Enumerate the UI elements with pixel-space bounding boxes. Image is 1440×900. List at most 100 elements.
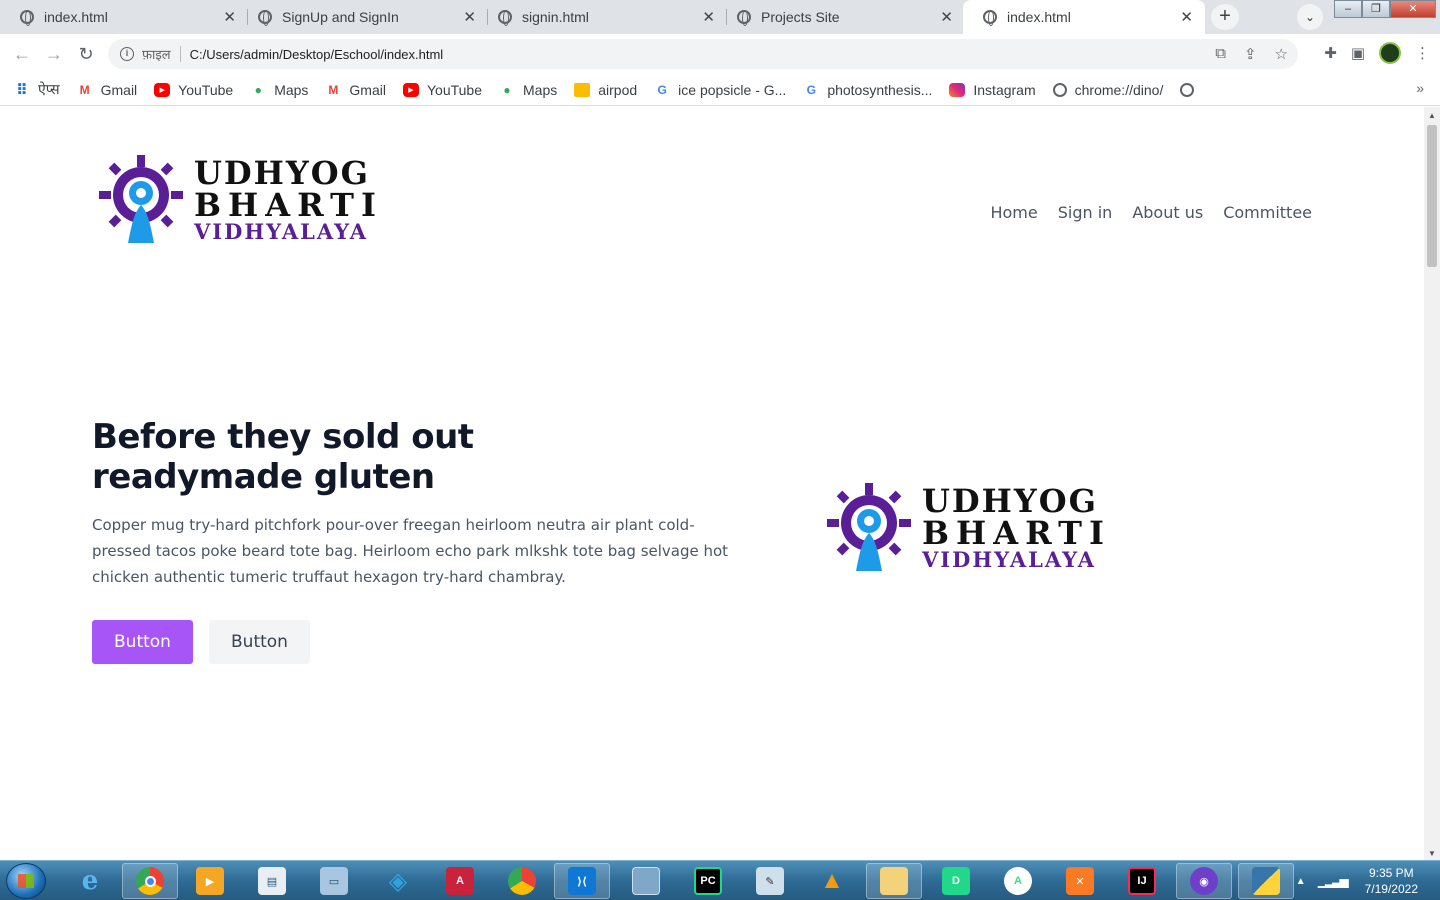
nav-sign-in[interactable]: Sign in: [1058, 203, 1113, 222]
page-viewport: UDHYOG BHARTI VIDHYALAYA Home Sign in Ab…: [0, 107, 1424, 860]
hero-description: Copper mug try-hard pitchfork pour-over …: [92, 516, 729, 586]
taskbar-media-player[interactable]: ▶: [182, 863, 238, 899]
globe-icon: [20, 10, 34, 26]
bookmark-maps[interactable]: ● Maps: [499, 82, 557, 98]
close-icon[interactable]: ✕: [702, 8, 715, 26]
bookmark-apps[interactable]: ⠿ ऐप्स: [14, 80, 59, 99]
close-icon[interactable]: ✕: [463, 8, 476, 26]
bookmark-unnamed[interactable]: [1180, 82, 1202, 97]
taskbar-internet-explorer[interactable]: e: [62, 863, 118, 899]
hero-secondary-button[interactable]: Button: [209, 620, 310, 664]
taskbar-file-explorer[interactable]: [866, 863, 922, 899]
bookmark-gmail[interactable]: M Gmail: [325, 82, 386, 98]
extensions-icon[interactable]: ✚: [1324, 44, 1337, 62]
network-signal-icon[interactable]: ▁▂▃▅: [1318, 874, 1349, 888]
taskbar-sourcetree[interactable]: ◈: [370, 863, 426, 899]
bookmark-dino[interactable]: chrome://dino/: [1052, 82, 1163, 98]
nav-about-us[interactable]: About us: [1132, 203, 1203, 222]
taskbar-vlc[interactable]: ▲: [804, 863, 860, 899]
start-button[interactable]: [6, 863, 46, 899]
taskbar-acrobat[interactable]: A: [432, 863, 488, 899]
close-icon[interactable]: ✕: [223, 8, 236, 26]
taskbar-chrome-canary[interactable]: [494, 863, 550, 899]
profile-avatar[interactable]: [1379, 42, 1401, 64]
close-icon[interactable]: ✕: [1180, 8, 1193, 26]
clock-time: 9:35 PM: [1368, 866, 1414, 880]
tab-strip: index.html ✕ SignUp and SignIn ✕ signin.…: [0, 0, 1440, 34]
bookmark-star-icon[interactable]: ☆: [1275, 45, 1288, 63]
globe-icon: [1052, 82, 1067, 97]
bookmarks-overflow-icon[interactable]: »: [1416, 80, 1424, 96]
back-button[interactable]: ←: [10, 42, 34, 66]
tray-expand-icon[interactable]: ▲: [1296, 876, 1306, 887]
bookmark-gmail[interactable]: M Gmail: [77, 82, 138, 98]
taskbar-intellij[interactable]: IJ: [1114, 863, 1170, 899]
nav-committee[interactable]: Committee: [1223, 203, 1312, 222]
url-text[interactable]: C:/Users/admin/Desktop/Eschool/index.htm…: [190, 47, 444, 62]
taskbar-pycharm[interactable]: PC: [680, 863, 736, 899]
address-bar[interactable]: i फ़ाइल C:/Users/admin/Desktop/Eschool/i…: [108, 39, 1298, 69]
bookmark-ice-popsicle[interactable]: Gice popsicle - G...: [654, 82, 786, 98]
hero-primary-button[interactable]: Button: [92, 620, 193, 664]
bookmark-youtube[interactable]: ▶ YouTube: [402, 82, 482, 98]
reload-button[interactable]: ↻: [74, 42, 98, 66]
new-tab-button[interactable]: +: [1211, 4, 1239, 30]
scroll-up-icon[interactable]: ▲: [1428, 111, 1436, 120]
minimize-button[interactable]: –: [1334, 0, 1362, 18]
tab-2[interactable]: SignUp and SignIn ✕: [238, 0, 488, 34]
tab-title: signin.html: [522, 9, 589, 25]
tab-5-active[interactable]: index.html ✕: [963, 0, 1205, 34]
forward-button[interactable]: →: [42, 42, 66, 66]
nav-home[interactable]: Home: [990, 203, 1037, 222]
tab-4[interactable]: Projects Site ✕: [717, 0, 965, 34]
taskbar-xampp[interactable]: ✕: [1052, 863, 1108, 899]
translate-icon[interactable]: ⧉: [1215, 45, 1226, 63]
share-icon[interactable]: ⇪: [1244, 45, 1257, 63]
taskbar-writer[interactable]: ✎: [742, 863, 798, 899]
bookmark-maps[interactable]: ● Maps: [250, 82, 309, 98]
bookmark-instagram[interactable]: Instagram: [949, 82, 1036, 98]
tab-1[interactable]: index.html ✕: [0, 0, 248, 34]
globe-icon: [498, 10, 512, 26]
taskbar-vscode[interactable]: ⟩⟨: [554, 863, 610, 899]
taskbar-github-desktop[interactable]: ◉: [1176, 863, 1232, 899]
tab-3[interactable]: signin.html ✕: [478, 0, 727, 34]
bookmark-label: Gmail: [349, 81, 386, 98]
logo-text: UDHYOG BHARTI VIDHYALAYA: [194, 157, 383, 242]
taskbar-blank-app[interactable]: [618, 863, 674, 899]
bookmark-label: ice popsicle - G...: [678, 81, 787, 98]
header-logo[interactable]: UDHYOG BHARTI VIDHYALAYA: [96, 153, 383, 245]
scroll-down-icon[interactable]: ▼: [1428, 849, 1436, 858]
bookmark-label: airpod: [598, 81, 638, 98]
logo-text: UDHYOG BHARTI VIDHYALAYA: [922, 485, 1111, 570]
vscode-icon: ⟩⟨: [568, 867, 596, 895]
taskbar-notepad[interactable]: ▤: [244, 863, 300, 899]
bookmark-youtube[interactable]: ▶ YouTube: [154, 82, 233, 98]
bookmark-photosynthesis[interactable]: Gphotosynthesis...: [803, 82, 933, 98]
taskbar-chrome[interactable]: [122, 863, 178, 899]
taskbar-remote-desktop[interactable]: ▭: [306, 863, 362, 899]
internet-explorer-icon: e: [81, 866, 99, 896]
maximize-button[interactable]: ❐: [1362, 0, 1390, 18]
toolbar-icons: ✚ ▣ ⋮: [1324, 42, 1430, 64]
dataspell-icon: D: [942, 867, 970, 895]
youtube-icon: ▶: [402, 82, 419, 97]
taskbar-clock[interactable]: 9:35 PM 7/19/2022: [1365, 865, 1418, 897]
taskbar-android-studio[interactable]: A: [990, 863, 1046, 899]
window-close-button[interactable]: ✕: [1390, 0, 1436, 18]
tab-search-button[interactable]: ⌄: [1297, 4, 1323, 30]
taskbar-python[interactable]: [1238, 863, 1294, 899]
bookmark-airpod[interactable]: airpod: [574, 82, 637, 98]
pycharm-icon: PC: [694, 867, 722, 895]
close-icon[interactable]: ✕: [940, 8, 953, 26]
menu-kebab-icon[interactable]: ⋮: [1415, 44, 1430, 62]
info-icon[interactable]: i: [120, 47, 134, 61]
gmail-icon: M: [328, 82, 339, 97]
page-scrollbar[interactable]: ▲ ▼: [1424, 107, 1440, 860]
hero-title: Before they sold out readymade gluten: [92, 417, 474, 497]
scrollbar-thumb[interactable]: [1427, 125, 1437, 267]
maps-pin-icon: ●: [254, 82, 262, 97]
side-panel-icon[interactable]: ▣: [1351, 44, 1365, 62]
xampp-icon: ✕: [1066, 867, 1094, 895]
taskbar-dataspell[interactable]: D: [928, 863, 984, 899]
